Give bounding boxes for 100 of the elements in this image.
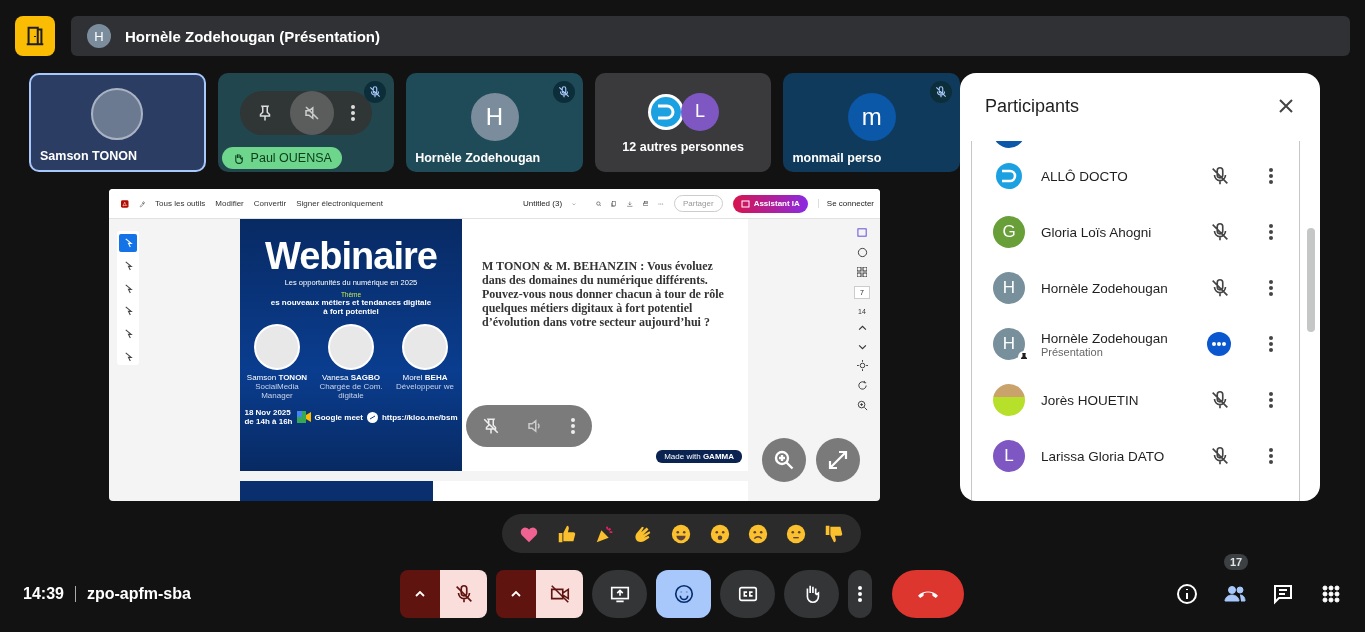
chevron-down-icon[interactable] [857,342,867,351]
event-date: 18 Nov 2025 [244,408,292,417]
captions-button[interactable] [720,570,775,618]
reactions-button[interactable] [656,570,711,618]
link-icon [366,411,378,423]
ai-icon[interactable] [856,227,868,238]
ai-assistant-button[interactable]: Assistant IA [732,194,808,213]
fullscreen-button[interactable] [816,438,860,482]
mic-off-icon[interactable] [1209,389,1231,411]
door-button[interactable] [15,16,55,56]
participant-name: Hornèle Zodehougan [415,151,541,165]
participant-row[interactable]: ALLÔ DOCTO [972,148,1299,204]
expand-icon [826,448,850,472]
surprised-face-icon[interactable] [708,522,731,545]
menu-item[interactable]: Tous les outils [155,199,206,208]
document-title[interactable]: Untitled (3) [522,199,563,208]
audio-level-icon[interactable] [1207,332,1231,356]
camera-button[interactable] [536,570,583,618]
participant-row[interactable]: H Hornèle Zodehougan [972,260,1299,316]
participant-tile[interactable]: Paul OUENSA [217,73,395,172]
leave-call-button[interactable] [892,570,964,618]
meet-label: Google meet [314,412,363,422]
speaker-name: Morel BEHA [402,373,448,382]
avatar: L [681,92,720,131]
logo-icon [993,160,1025,192]
avatar: m [847,92,896,141]
comment-icon[interactable] [856,247,868,258]
mute-speaker-button[interactable] [289,90,334,135]
mic-off-icon[interactable] [1209,445,1231,467]
made-with-badge: Made with GAMMA [656,450,742,463]
speaker-name: Samson TONON [246,373,308,382]
pin-off-icon[interactable] [482,417,500,435]
phone-icon [916,589,940,599]
thinking-face-icon[interactable] [784,522,807,545]
more-icon[interactable] [1268,447,1274,465]
sad-face-icon[interactable] [746,522,769,545]
photo-placeholder [254,324,300,370]
participant-row[interactable]: H Hornèle Zodehougan Présentation [972,316,1299,372]
sign-in-link[interactable]: Se connecter [817,199,874,208]
brightness-icon[interactable] [856,360,868,371]
mic-off-icon[interactable] [1209,165,1231,187]
menu-item[interactable]: Modifier [215,199,244,208]
grid-icon [1319,582,1343,606]
more-icon[interactable] [349,103,356,122]
participant-count-badge: 17 [1224,554,1249,570]
more-icon[interactable] [1268,335,1274,353]
chevron-up-icon[interactable] [857,324,867,333]
participant-name: Hornèle Zodehougan [1041,280,1169,296]
theme-text: es nouveaux métiers et tendances digitale [270,298,432,307]
participant-row[interactable]: Jorès HOUETIN [972,372,1299,428]
menu-item[interactable]: Convertir [253,199,287,208]
participant-name: Samson TONON [40,149,137,163]
speaker-off-icon [302,103,321,122]
avatar: H [993,328,1025,360]
camera-off-icon [548,583,571,605]
panel-title: Participants [985,95,1080,117]
speaker-role: Développeur we [396,382,454,391]
chat-icon [1271,582,1295,606]
participant-row[interactable]: G Gloria Loïs Ahogni [972,204,1299,260]
scrollbar-thumb[interactable] [1307,228,1315,332]
participant-name: monmail perso [792,151,882,165]
menu-item[interactable]: Signer électroniquement [296,199,383,208]
avatar: G [993,216,1025,248]
raise-hand-button[interactable] [784,570,839,618]
more-icon[interactable] [1268,391,1274,409]
speaker-name: Vanesa SAGBO [321,373,381,382]
avatar: H [470,92,519,141]
participant-name: Hornèle Zodehougan [1041,330,1169,346]
presenter-title: Hornèle Zodehougan (Présentation) [125,27,380,45]
rotate-icon[interactable] [856,380,868,391]
microphone-button[interactable] [440,570,487,618]
present-screen-button[interactable] [592,570,647,618]
avatar: H [993,272,1025,304]
participant-tile[interactable]: m monmail perso [783,73,960,172]
mic-off-icon[interactable] [1209,221,1231,243]
meeting-code: zpo-apfm-sba [86,585,191,603]
slide-title: Webinaire [265,237,437,275]
theme-text: à fort potentiel [323,307,379,316]
smiley-icon [672,583,695,605]
avatar: H [87,24,111,48]
more-icon[interactable] [1268,279,1274,297]
participant-name: Larissa Gloria DATO [1041,448,1166,464]
more-options-button[interactable] [848,570,872,618]
laughing-face-icon[interactable] [670,522,693,545]
zoom-button[interactable] [762,438,806,482]
close-icon[interactable] [1278,98,1294,114]
participant-row[interactable]: L Larissa Gloria DATO [972,428,1299,484]
zoom-in-icon[interactable] [856,400,868,411]
participant-tile[interactable]: H Hornèle Zodehougan [406,73,583,172]
more-icon [857,585,863,603]
event-time: de 14h à 16h [244,417,293,426]
grid-icon[interactable] [857,267,867,277]
participant-name: Gloria Loïs Ahogni [1041,224,1153,240]
participant-tile[interactable]: Samson TONON [29,73,206,172]
mic-off-icon[interactable] [1209,277,1231,299]
participant-tile[interactable]: L 12 autres personnes [594,73,772,172]
participant-name: Jorès HOUETIN [1041,392,1140,408]
tool-button[interactable] [119,234,137,252]
more-icon[interactable] [1268,167,1274,185]
more-icon[interactable] [1268,223,1274,241]
